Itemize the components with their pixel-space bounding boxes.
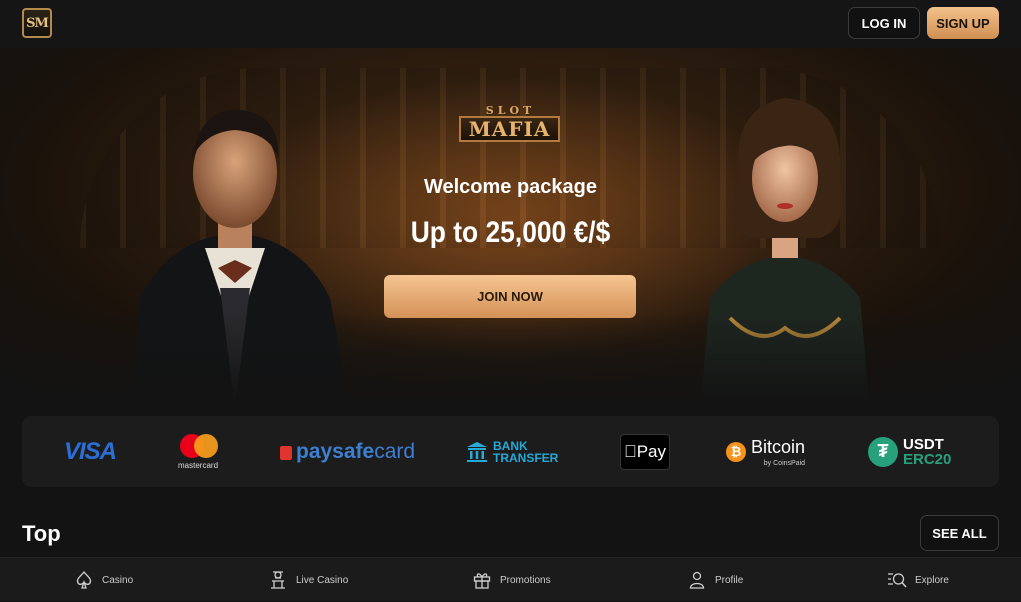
bank-icon (467, 441, 487, 462)
search-list-icon (888, 573, 907, 588)
mastercard-label: mastercard (178, 460, 219, 470)
top-header: SM LOG IN SIGN UP (0, 0, 1021, 48)
paysafecard-label-bold: paysafe (296, 439, 375, 463)
apple-icon:  (624, 442, 637, 462)
paysafecard-logo: paysafe card (280, 416, 415, 487)
nav-label-live-casino: Live Casino (296, 574, 349, 586)
bitcoin-label: Bitcoin (751, 436, 806, 457)
nav-item-casino[interactable]: Casino (74, 558, 133, 602)
nav-item-explore[interactable]: Explore (887, 558, 949, 602)
nav-label-promotions: Promotions (500, 574, 551, 586)
see-all-button[interactable]: SEE ALL (920, 515, 999, 551)
nav-label-explore: Explore (915, 574, 949, 586)
hero-banner: SLOT MAFIA Welcome package Up to 25,000 … (0, 48, 1021, 403)
nav-label-casino: Casino (102, 574, 134, 586)
lock-icon (280, 445, 292, 460)
nav-item-live-casino[interactable]: Live Casino (268, 558, 348, 602)
bitcoin-icon: ₿ (726, 441, 746, 462)
bottom-navigation: Casino Live Casino Promotions Profile Ex… (0, 557, 1021, 601)
bank-transfer-logo: BANK TRANSFER (466, 416, 558, 487)
hero-bonus-amount: Up to 25,000 €/$ (410, 216, 611, 249)
nav-label-profile: Profile (715, 574, 744, 586)
mastercard-icon (178, 433, 218, 458)
apple-pay-logo: Pay (620, 416, 670, 487)
bank-transfer-line2: TRANSFER (493, 450, 559, 465)
spade-icon (76, 570, 92, 589)
signup-button[interactable]: SIGN UP (927, 7, 999, 39)
nav-item-promotions[interactable]: Promotions (472, 558, 551, 602)
brand-logo-main: MAFIA (459, 116, 560, 142)
user-icon (689, 571, 705, 589)
slot-mafia-logo: SLOT MAFIA (457, 104, 564, 144)
usdt-label: USDT (903, 435, 944, 453)
gift-icon (473, 573, 491, 589)
mastercard-logo: mastercard (178, 416, 218, 487)
join-now-button[interactable]: JOIN NOW (384, 275, 636, 318)
apple-pay-label: Pay (630, 441, 666, 461)
dealer-icon (271, 571, 285, 589)
login-button[interactable]: LOG IN (848, 7, 920, 39)
usdt-logo: ₮ USDT ERC20 (868, 416, 951, 487)
erc20-label: ERC20 (903, 450, 952, 468)
bitcoin-logo: ₿ Bitcoin by CoinsPaid (726, 416, 805, 487)
paysafecard-label-thin: card (374, 439, 416, 463)
visa-logo: VISA (64, 437, 117, 465)
nav-item-profile[interactable]: Profile (687, 558, 743, 602)
hero-title: Welcome package (423, 176, 598, 198)
section-title-top: Top (22, 521, 61, 546)
bank-transfer-line1: BANK (493, 438, 528, 453)
tether-icon: ₮ (868, 436, 898, 467)
coinspaid-label: by CoinsPaid (763, 459, 806, 467)
hero-fade (0, 313, 1021, 403)
site-logo[interactable]: SM (22, 8, 52, 38)
payment-methods-strip: VISA mastercard paysafe card BANK TRANSFE… (22, 416, 999, 487)
